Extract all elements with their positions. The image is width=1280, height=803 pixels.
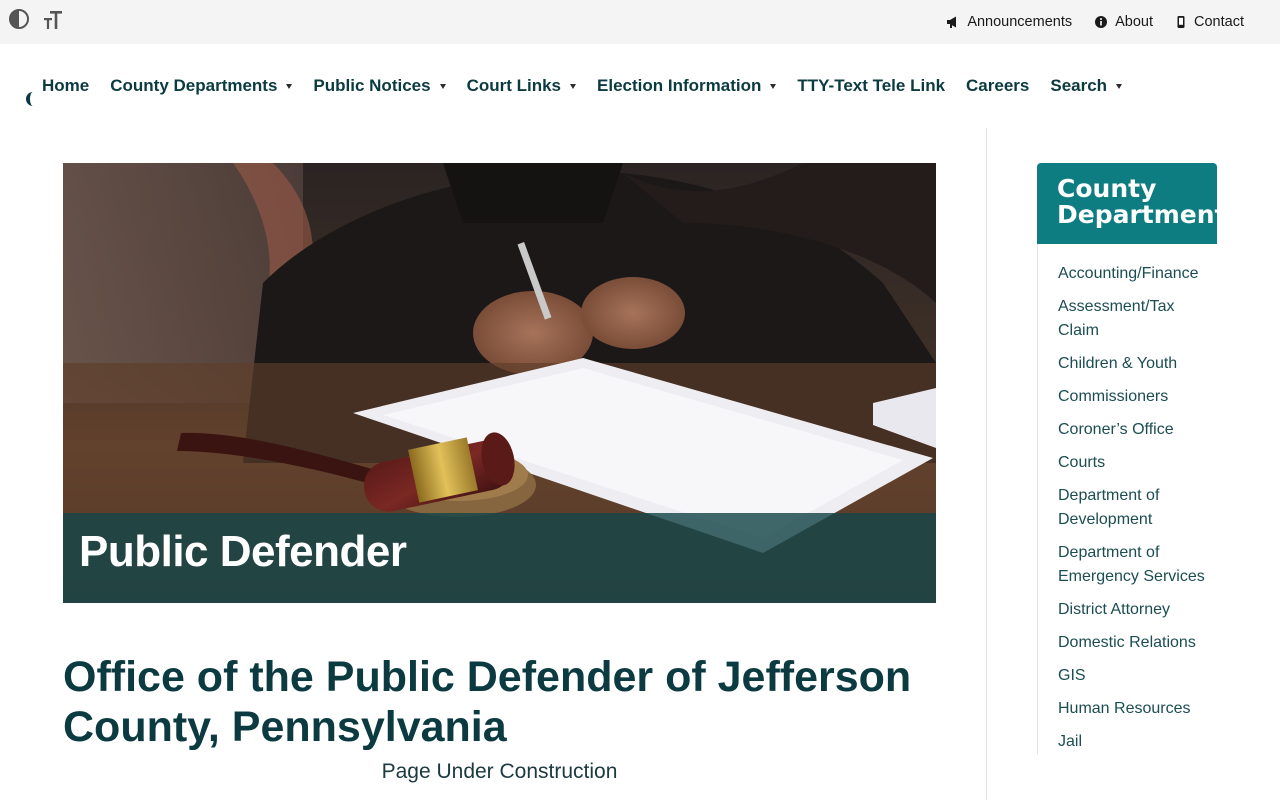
nav-item-label: Election Information [597,76,762,95]
sidebar-item-courts[interactable]: Courts [1058,451,1208,475]
nav-item-county-departments[interactable]: County Departments [110,76,293,96]
sidebar-title-line1: County [1057,174,1157,203]
sidebar-item-domestic-relations[interactable]: Domestic Relations [1058,631,1208,655]
nav-item-label: Careers [966,76,1030,95]
sidebar-list: Accounting/Finance Assessment/Tax Claim … [1037,244,1217,754]
nav-item-search[interactable]: Search [1050,76,1123,96]
announcements-link[interactable]: Announcements [946,14,1072,30]
sidebar-item-department-of-development[interactable]: Department of Development [1058,484,1208,532]
sidebar-item-coroners-office[interactable]: Coroner’s Office [1058,418,1208,442]
sidebar-item-jail[interactable]: Jail [1058,730,1208,754]
nav-item-label: Search [1050,76,1108,95]
utility-bar: Announcements About Contact [0,0,1280,45]
about-label: About [1115,14,1154,30]
sidebar-item-human-resources[interactable]: Human Resources [1058,697,1208,721]
announcements-label: Announcements [967,14,1073,30]
sidebar-header: County Departments [1037,163,1217,244]
nav-item-tty-text-tele-link[interactable]: TTY-Text Tele Link [797,76,945,96]
nav-item-election-information[interactable]: Election Information [597,76,777,96]
page-subtitle: Page Under Construction [381,760,618,783]
utility-links: Announcements About Contact [946,0,1244,44]
contact-link[interactable]: Contact [1175,14,1244,30]
sidebar: County Departments Accounting/Finance As… [1037,163,1217,803]
info-icon [1094,15,1108,29]
nav-item-court-links[interactable]: Court Links [466,76,577,96]
caret-down-icon [570,83,577,89]
sidebar-item-children-youth[interactable]: Children & Youth [1058,352,1208,376]
sidebar-item-commissioners[interactable]: Commissioners [1058,385,1208,409]
sidebar-item-accounting-finance[interactable]: Accounting/Finance [1058,262,1208,286]
nav-item-label: Court Links [466,76,562,95]
contact-label: Contact [1194,14,1244,30]
nav-item-home[interactable]: Home [42,76,89,96]
caret-down-icon [439,83,446,89]
nav-item-label: Public Notices [313,76,431,95]
sidebar-item-district-attorney[interactable]: District Attorney [1058,598,1208,622]
phone-icon [1175,15,1187,29]
sidebar-item-department-of-emergency-services[interactable]: Department of Emergency Services [1058,541,1208,589]
text-size-icon[interactable] [42,8,64,37]
sidebar-title: County Departments [1057,176,1217,228]
hero-banner: Public Defender [63,163,936,603]
hero-caption: Public Defender [63,513,936,603]
content-divider [986,128,987,800]
nav-item-label: Home [42,76,90,95]
contrast-icon[interactable] [8,8,30,35]
sidebar-title-line2: Departments [1057,200,1217,229]
caret-down-icon [1116,83,1123,89]
nav-item-careers[interactable]: Careers [966,76,1029,96]
main-nav-menu: Home County Departments Public Notices C… [42,72,1143,100]
nav-item-public-notices[interactable]: Public Notices [313,76,446,96]
hero-title: Public Defender [79,527,407,576]
logo-fragment [26,92,36,106]
caret-down-icon [286,83,293,89]
sidebar-item-gis[interactable]: GIS [1058,664,1208,688]
megaphone-icon [946,15,960,29]
sidebar-item-assessment-tax-claim[interactable]: Assessment/Tax Claim [1058,295,1208,343]
caret-down-icon [770,83,777,89]
about-link[interactable]: About [1094,14,1153,30]
page-title: Office of the Public Defender of Jeffers… [63,653,912,751]
nav-item-label: TTY-Text Tele Link [797,76,946,95]
nav-item-label: County Departments [110,76,278,95]
